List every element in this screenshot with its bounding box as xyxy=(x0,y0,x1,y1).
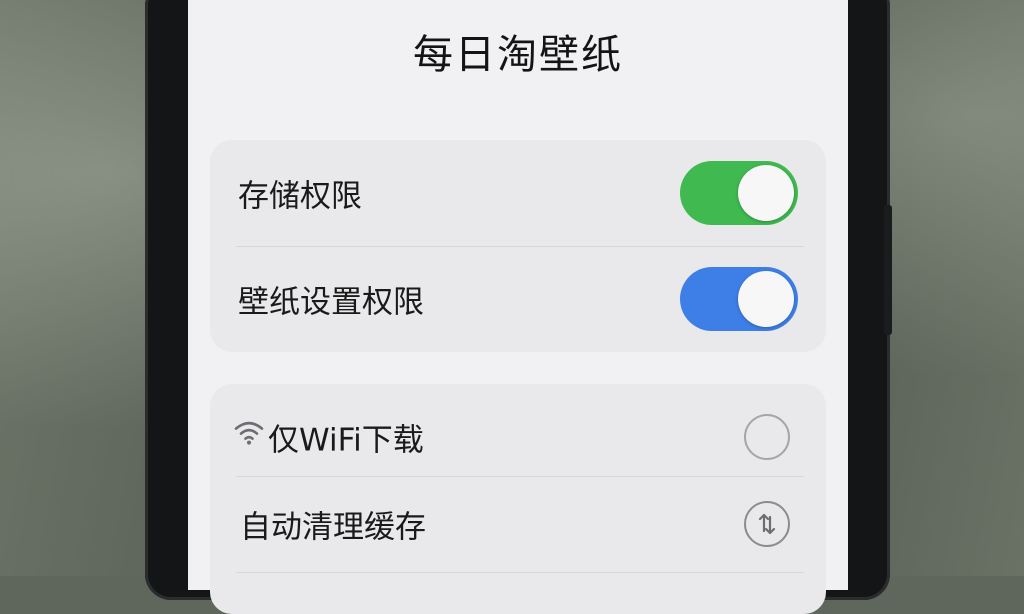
permission-label-wallpaper: 壁纸设置权限 xyxy=(238,284,424,321)
storage-permission-toggle[interactable] xyxy=(680,161,798,225)
app-screen: 每日淘壁纸 存储权限 壁纸设置权限 仅WiFi下载 自动清理缓存 xyxy=(188,0,848,614)
settings-card: 仅WiFi下载 自动清理缓存 xyxy=(210,384,826,614)
wifi-icon xyxy=(234,420,264,450)
sync-arrows-icon xyxy=(758,513,776,535)
setting-row-auto-clean[interactable]: 自动清理缓存 xyxy=(210,476,826,572)
phone-side-button xyxy=(884,205,892,335)
setting-label-wifi-only: 仅WiFi下载 xyxy=(268,422,424,459)
permission-row-storage[interactable]: 存储权限 xyxy=(210,140,826,246)
wallpaper-permission-toggle[interactable] xyxy=(680,267,798,331)
auto-clean-button[interactable] xyxy=(744,501,790,547)
toggle-knob xyxy=(738,165,794,221)
divider xyxy=(236,572,804,573)
setting-label-auto-clean: 自动清理缓存 xyxy=(240,509,426,546)
permission-row-wallpaper[interactable]: 壁纸设置权限 xyxy=(210,246,826,352)
page-title: 每日淘壁纸 xyxy=(413,32,623,78)
toggle-knob xyxy=(738,271,794,327)
permissions-card: 存储权限 壁纸设置权限 xyxy=(210,140,826,352)
permission-label-storage: 存储权限 xyxy=(238,178,362,215)
wifi-only-radio[interactable] xyxy=(744,414,790,460)
setting-row-wifi-only[interactable]: 仅WiFi下载 xyxy=(210,384,826,490)
